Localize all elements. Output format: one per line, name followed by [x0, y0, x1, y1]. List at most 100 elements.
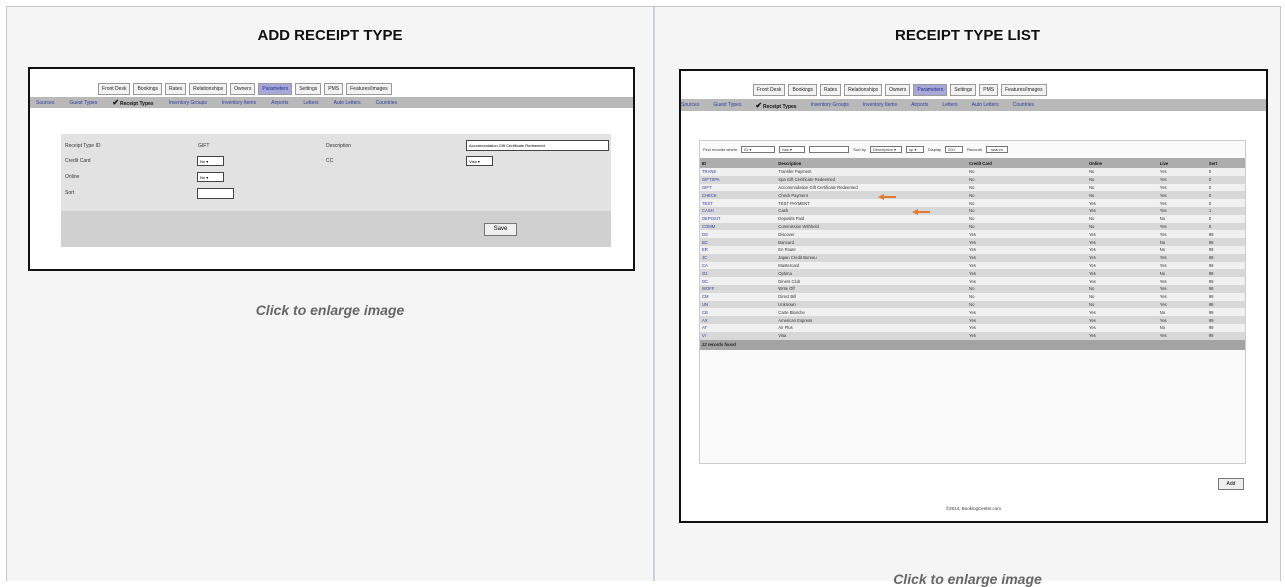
subnav-sources[interactable]: Sources [681, 102, 699, 108]
subnav-auto-letters[interactable]: Auto Letters [972, 102, 999, 108]
table-row[interactable]: GIFT Accommodation Gift Certificate Redee… [700, 183, 1245, 192]
right-enlarge-caption[interactable]: Click to enlarge image [655, 571, 1280, 587]
column-header[interactable]: Sort [1206, 158, 1245, 168]
tab-rates[interactable]: Rates [820, 84, 842, 96]
column-header[interactable]: Live [1157, 158, 1207, 168]
tab-owners[interactable]: Owners [230, 83, 256, 95]
row-id-link[interactable]: CHECK [700, 191, 777, 200]
table-row[interactable]: CASH Cash No Yes Yes 1 [700, 206, 1245, 215]
tab-front-desk[interactable]: Front Desk [98, 83, 131, 95]
table-row[interactable]: CB Carte Blanche Yes Yes No 99 [700, 308, 1245, 317]
subnav-countries[interactable]: Countries [376, 100, 397, 106]
add-receipt-type-screenshot[interactable]: Front Desk Bookings Rates Relationships Owne… [28, 67, 635, 271]
tab-relationships[interactable]: Relationships [189, 83, 228, 95]
description-input[interactable]: Accommodation Gift Certificate Redeemed [466, 140, 609, 151]
row-id-link[interactable]: CM [700, 292, 777, 301]
table-row[interactable]: WOFF Write Off No No Yes 99 [700, 284, 1245, 293]
table-row[interactable]: UN Unknown No No Yes 99 [700, 300, 1245, 309]
subnav-inventory-items[interactable]: Inventory Items [222, 100, 256, 106]
row-id-link[interactable]: JC [700, 253, 777, 262]
table-row[interactable]: BC Bancard Yes Yes No 99 [700, 238, 1245, 246]
row-id-link[interactable]: TRANS [700, 168, 777, 176]
column-header[interactable]: Description [776, 158, 968, 168]
row-id-link[interactable]: WOFF [700, 284, 777, 293]
row-id-link[interactable]: AT [700, 323, 777, 332]
table-row[interactable]: CM Direct Bill No No Yes 99 [700, 292, 1245, 301]
tab-rates[interactable]: Rates [165, 83, 187, 95]
row-id-link[interactable]: ER [700, 245, 777, 254]
table-row[interactable]: O1 Optima Yes Yes No 99 [700, 269, 1245, 278]
table-row[interactable]: DC Diners Club Yes Yes Yes 99 [700, 277, 1245, 285]
table-row[interactable]: ER En Route Yes Yes No 99 [700, 245, 1245, 254]
credit-card-select[interactable]: No ▾ [197, 156, 224, 166]
save-button[interactable]: Save [484, 223, 517, 236]
add-button[interactable]: Add [1218, 478, 1244, 490]
table-row[interactable]: DS Discover Yes Yes Yes 99 [700, 230, 1245, 239]
table-row[interactable]: AT Air Plus Yes Yes No 99 [700, 323, 1245, 332]
tab-owners[interactable]: Owners [885, 84, 911, 96]
column-header[interactable]: Credit Card [967, 158, 1087, 168]
row-id-link[interactable]: O1 [700, 269, 777, 278]
subnav-inventory-groups[interactable]: Inventory Groups [169, 100, 207, 106]
table-row[interactable]: AX American Express Yes Yes Yes 99 [700, 316, 1245, 324]
subnav-airports[interactable]: Airports [271, 100, 288, 106]
row-id-link[interactable]: DEPOSIT [700, 214, 777, 223]
row-id-link[interactable]: VI [700, 331, 777, 340]
table-row[interactable]: JC Japan Credit Bureau Yes Yes Yes 99 [700, 253, 1245, 262]
row-id-link[interactable]: TEST [700, 199, 777, 207]
tab-features-images[interactable]: Features/Images [346, 83, 392, 95]
op-select[interactable]: has ▾ [779, 146, 806, 153]
row-id-link[interactable]: CA [700, 261, 777, 270]
subnav-letters[interactable]: Letters [942, 102, 957, 108]
table-row[interactable]: DEPOSIT Deposits Paid No No No 0 [700, 214, 1245, 223]
tab-features-images[interactable]: Features/Images [1001, 84, 1047, 96]
table-row[interactable]: TRANS Transfer Payment No No Yes 0 [700, 168, 1245, 176]
field-select[interactable]: ID ▾ [741, 146, 776, 153]
tab-parameters[interactable]: Parameters [258, 83, 293, 95]
table-row[interactable]: CHECK Check Payment No No Yes 0 [700, 191, 1245, 200]
sort-dir-select[interactable]: up ▾ [905, 146, 924, 153]
filter-input[interactable] [809, 146, 850, 153]
display-input[interactable]: 200 [945, 146, 964, 153]
row-id-link[interactable]: DS [700, 230, 777, 239]
subnav-inventory-groups[interactable]: Inventory Groups [811, 102, 849, 108]
tab-settings[interactable]: Settings [295, 83, 322, 95]
row-id-link[interactable]: COMM [700, 222, 777, 231]
sort-input[interactable] [197, 188, 234, 199]
tab-relationships[interactable]: Relationships [844, 84, 883, 96]
subnav-guest-types[interactable]: Guest Types [713, 102, 741, 108]
subnav-guest-types[interactable]: Guest Types [69, 100, 97, 106]
left-enlarge-caption[interactable]: Click to enlarge image [7, 302, 653, 318]
row-id-link[interactable]: GIFTSPA [700, 175, 777, 184]
column-header[interactable]: Online [1086, 158, 1158, 168]
table-row[interactable]: GIFTSPA Spa Gift Certificate Redeemed No No… [700, 175, 1245, 184]
subnav-sources[interactable]: Sources [36, 100, 54, 106]
row-id-link[interactable]: DC [700, 277, 777, 285]
tab-settings[interactable]: Settings [950, 84, 977, 96]
tab-bookings[interactable]: Bookings [788, 84, 818, 96]
table-row[interactable]: CA Mastercard Yes Yes Yes 99 [700, 261, 1245, 270]
sort-field-select[interactable]: Description ▾ [869, 146, 902, 153]
row-id-link[interactable]: UN [700, 300, 777, 309]
search-button[interactable]: search [985, 146, 1008, 153]
subnav-receipt-types[interactable]: ✔Receipt Types [755, 101, 796, 110]
column-header[interactable]: ID [700, 158, 777, 168]
tab-parameters[interactable]: Parameters [913, 84, 948, 96]
tab-pms[interactable]: PMS [979, 84, 999, 96]
cc-select[interactable]: Visa ▾ [466, 156, 493, 166]
subnav-receipt-types[interactable]: ✔Receipt Types [112, 98, 153, 107]
subnav-letters[interactable]: Letters [303, 100, 318, 106]
table-row[interactable]: TEST TEST PAYMENT No Yes Yes 0 [700, 199, 1245, 207]
tab-pms[interactable]: PMS [324, 83, 344, 95]
tab-front-desk[interactable]: Front Desk [753, 84, 786, 96]
table-row[interactable]: COMM Commission Withheld No No Yes 5 [700, 222, 1245, 231]
row-id-link[interactable]: AX [700, 316, 777, 324]
row-id-link[interactable]: CASH [700, 206, 777, 215]
row-id-link[interactable]: CB [700, 308, 777, 317]
row-id-link[interactable]: GIFT [700, 183, 777, 192]
tab-bookings[interactable]: Bookings [133, 83, 163, 95]
subnav-inventory-items[interactable]: Inventory Items [863, 102, 897, 108]
table-row[interactable]: VI Visa Yes Yes Yes 99 [700, 331, 1245, 340]
subnav-auto-letters[interactable]: Auto Letters [334, 100, 361, 106]
row-id-link[interactable]: BC [700, 238, 777, 246]
